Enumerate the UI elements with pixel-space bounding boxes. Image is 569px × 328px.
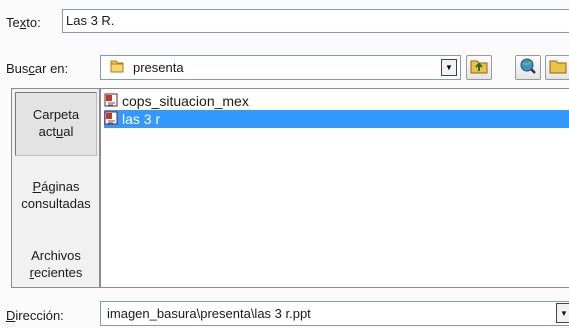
places-item-archivos-recientes[interactable]: Archivos recientes (15, 247, 97, 281)
ppt-file-icon (104, 93, 118, 110)
places-item-carpeta-actual[interactable]: Carpeta actual (15, 92, 97, 156)
new-folder-icon (549, 58, 567, 77)
texto-label: Texto: (6, 15, 41, 30)
places-item-label: Carpeta (32, 107, 80, 122)
places-item-label: Archivos (31, 248, 81, 263)
texto-input[interactable]: Las 3 R. (62, 9, 569, 33)
chevron-down-icon[interactable]: ▼ (441, 59, 457, 76)
places-item-label: recientes (29, 265, 83, 280)
buscar-en-dropdown[interactable]: presenta ▼ (100, 55, 461, 80)
direccion-label: Dirección: (6, 308, 64, 323)
places-item-label: actual (38, 124, 74, 139)
texto-value: Las 3 R. (66, 13, 115, 28)
file-name: cops_situacion_mex (122, 93, 249, 109)
file-list[interactable]: cops_situacion_mex las 3 r (100, 88, 569, 288)
new-folder-button[interactable] (545, 55, 569, 80)
ppt-file-icon (104, 111, 118, 128)
search-web-icon (519, 57, 537, 78)
buscar-en-label: Buscar en: (6, 61, 69, 76)
folder-icon (109, 58, 125, 77)
places-item-paginas-consultadas[interactable]: Páginas consultadas (15, 178, 97, 212)
buscar-en-value: presenta (133, 60, 184, 75)
search-web-button[interactable] (515, 55, 541, 80)
file-name: las 3 r (122, 111, 161, 127)
up-one-level-button[interactable] (466, 55, 492, 80)
places-bar: Carpeta actual Páginas consultadas Archi… (11, 88, 100, 288)
places-item-label: consultadas (21, 196, 91, 211)
list-item[interactable]: cops_situacion_mex (104, 92, 249, 110)
list-item-selected[interactable]: las 3 r (104, 110, 569, 128)
chevron-down-icon[interactable]: ▼ (556, 303, 569, 323)
direccion-input[interactable]: imagen_basura\presenta\las 3 r.ppt (100, 301, 569, 326)
places-item-label: Páginas (32, 179, 80, 194)
up-one-level-icon (470, 58, 488, 77)
direccion-value: imagen_basura\presenta\las 3 r.ppt (107, 306, 311, 321)
